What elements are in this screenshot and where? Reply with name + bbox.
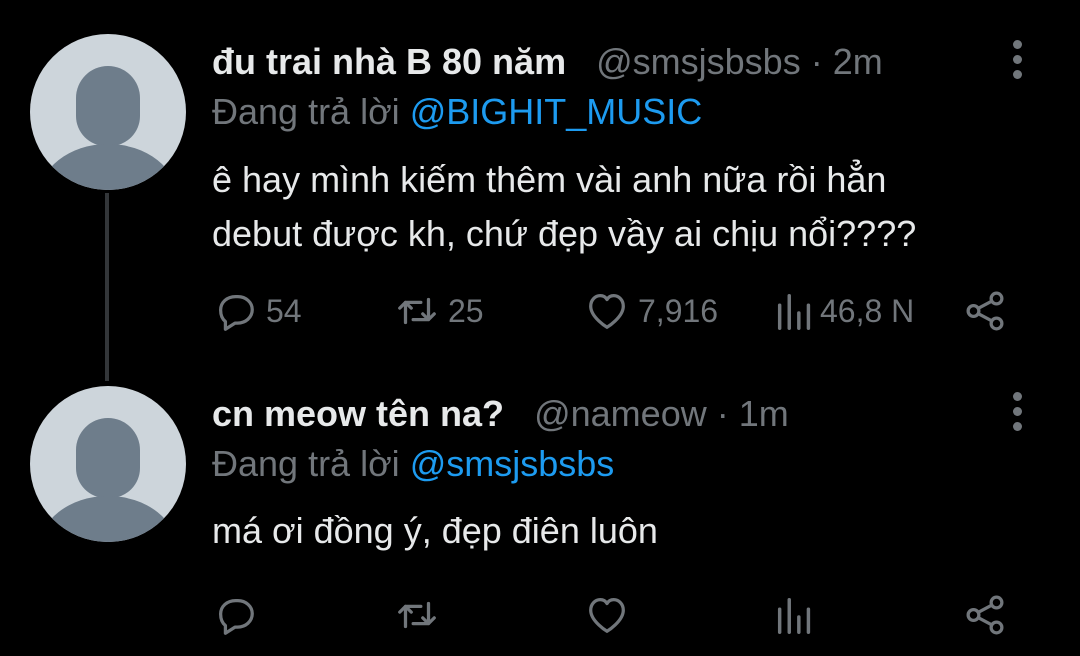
replying-to: Đang trả lời @smsjsbsbs (212, 444, 614, 484)
retweet-icon (398, 297, 436, 325)
like-count: 7,916 (638, 292, 719, 329)
retweet-button[interactable]: 25 (394, 286, 484, 336)
like-button[interactable] (584, 590, 638, 640)
like-icon (589, 294, 625, 329)
share-button[interactable] (962, 590, 1008, 640)
share-button[interactable] (962, 286, 1008, 336)
share-icon (966, 291, 1004, 331)
replying-prefix: Đang trả lời (212, 91, 400, 132)
more-icon[interactable] (1006, 392, 1028, 436)
display-name[interactable]: đu trai nhà B 80 năm (212, 41, 566, 82)
action-bar (212, 590, 1072, 640)
share-icon (966, 595, 1004, 635)
replying-prefix: Đang trả lời (212, 443, 400, 484)
reply-icon (218, 294, 254, 331)
tweet-text: ê hay mình kiếm thêm vài anh nữa rồi hẳn… (212, 153, 1032, 261)
reply-count: 54 (266, 292, 302, 329)
tweet[interactable]: đu trai nhà B 80 năm @smsjsbsbs · 2m Đan… (0, 0, 1080, 360)
replying-to-mention[interactable]: @smsjsbsbs (410, 443, 615, 484)
reply-icon (218, 598, 254, 635)
like-icon (589, 598, 625, 633)
tweet-text-line: má ơi đồng ý, đẹp điên luôn (212, 510, 658, 551)
reply-button[interactable] (212, 590, 266, 640)
tweet-header: cn meow tên na? @nameow · 1m (212, 394, 789, 434)
replying-to-mention[interactable]: @BIGHIT_MUSIC (410, 91, 703, 132)
display-name[interactable]: cn meow tên na? (212, 393, 504, 434)
like-button[interactable]: 7,916 (584, 286, 718, 336)
tweet-text: má ơi đồng ý, đẹp điên luôn (212, 504, 1032, 558)
tweet-text-line: debut được kh, chứ đẹp vầy ai chịu nổi??… (212, 213, 917, 254)
timestamp[interactable]: 1m (739, 393, 789, 434)
tweet-text-line: ê hay mình kiếm thêm vài anh nữa rồi hẳn (212, 159, 887, 200)
avatar[interactable] (30, 34, 186, 190)
tweet-header: đu trai nhà B 80 năm @smsjsbsbs · 2m (212, 42, 883, 82)
views-icon (777, 293, 811, 330)
user-handle[interactable]: @smsjsbsbs (596, 41, 801, 82)
retweet-button[interactable] (394, 590, 448, 640)
separator-dot: · (716, 393, 729, 434)
retweet-count: 25 (448, 292, 484, 329)
views-icon (777, 597, 811, 634)
user-handle[interactable]: @nameow (534, 393, 707, 434)
action-bar: 54 25 7,916 46,8 N (212, 286, 1072, 336)
replying-to: Đang trả lời @BIGHIT_MUSIC (212, 92, 702, 132)
tweet[interactable]: cn meow tên na? @nameow · 1m Đang trả lờ… (0, 360, 1080, 656)
retweet-icon (398, 601, 436, 629)
views-button[interactable] (772, 590, 826, 640)
avatar[interactable] (30, 386, 186, 542)
reply-button[interactable]: 54 (212, 286, 302, 336)
views-button[interactable]: 46,8 N (772, 286, 914, 336)
views-count: 46,8 N (820, 292, 915, 329)
timestamp[interactable]: 2m (833, 41, 883, 82)
separator-dot: · (810, 41, 823, 82)
more-icon[interactable] (1006, 40, 1028, 84)
